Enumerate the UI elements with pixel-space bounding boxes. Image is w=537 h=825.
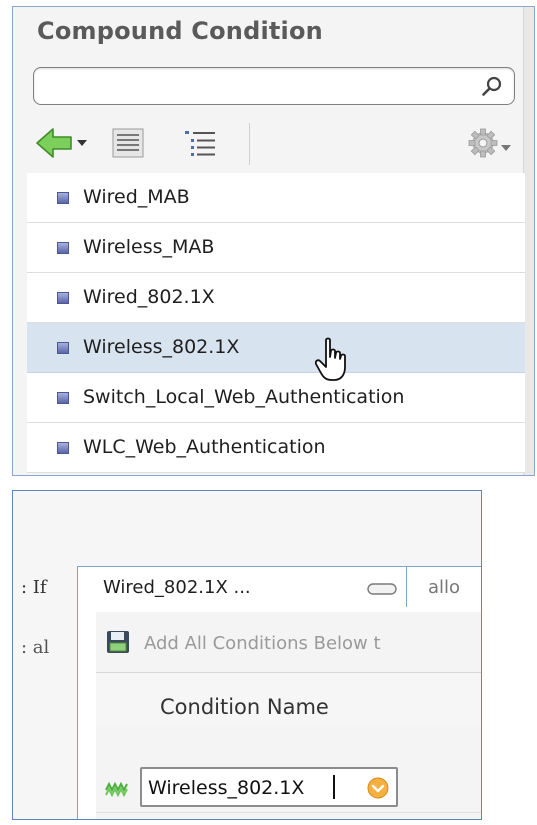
row-divider xyxy=(96,812,481,813)
list-item-label: Wireless_MAB xyxy=(83,236,215,258)
list-item-label: Wired_MAB xyxy=(83,186,190,208)
condition-list: Wired_MAB Wireless_MAB Wired_802.1X Wire… xyxy=(27,173,525,475)
list-item-selected[interactable]: Wireless_802.1X xyxy=(27,323,525,373)
search-input[interactable] xyxy=(33,67,515,105)
tab-next[interactable]: allo xyxy=(428,577,460,598)
condition-editor-dialog: Wired_802.1X ... allo Add All Conditions… xyxy=(77,566,481,819)
list-item[interactable]: WLC_Web_Authentication xyxy=(27,423,525,473)
add-all-conditions-button[interactable]: Add All Conditions Below t xyxy=(144,633,381,654)
condition-bullet-icon xyxy=(57,442,69,454)
partial-label: : al xyxy=(21,637,50,658)
list-item-label: Wired_802.1X xyxy=(83,286,215,308)
minimize-icon[interactable] xyxy=(367,583,397,595)
condition-bullet-icon xyxy=(57,242,69,254)
save-icon[interactable] xyxy=(106,630,130,654)
text-caret xyxy=(333,775,335,799)
back-arrow-icon[interactable] xyxy=(35,125,93,161)
list-item-label: Switch_Local_Web_Authentication xyxy=(83,386,405,408)
list-view-icon[interactable] xyxy=(109,125,147,161)
gear-icon[interactable] xyxy=(463,125,519,161)
dialog-title: Wired_802.1X ... xyxy=(103,577,251,598)
rule-editor-panel: : If : al Wired_802.1X ... allo Add All … xyxy=(12,490,482,820)
condition-name-header: Condition Name xyxy=(160,695,329,719)
tab-divider xyxy=(406,567,407,607)
if-label: : If xyxy=(21,577,47,598)
list-item-label: WLC_Web_Authentication xyxy=(83,436,326,458)
chevron-down-icon[interactable] xyxy=(367,777,389,799)
tree-view-icon[interactable] xyxy=(181,125,221,161)
condition-bullet-icon xyxy=(57,392,69,404)
list-item[interactable]: Wired_802.1X xyxy=(27,273,525,323)
panel-title: Compound Condition xyxy=(37,17,323,45)
compound-condition-panel: Compound Condition Wired_MAB Wireless_MA… xyxy=(12,6,535,476)
list-item[interactable]: Wireless_MAB xyxy=(27,223,525,273)
list-item[interactable]: Wired_MAB xyxy=(27,173,525,223)
hand-cursor-icon xyxy=(314,337,346,381)
condition-name-field[interactable]: Wireless_802.1X xyxy=(140,767,398,807)
condition-bullet-icon xyxy=(57,342,69,354)
search-icon[interactable] xyxy=(480,74,504,98)
condition-table-header: Condition Name xyxy=(96,672,481,727)
condition-bullet-icon xyxy=(57,292,69,304)
dialog-body: Add All Conditions Below t Condition Nam… xyxy=(96,612,481,819)
condition-bullet-icon xyxy=(57,192,69,204)
list-item-label: Wireless_802.1X xyxy=(83,336,240,358)
condition-name-value: Wireless_802.1X xyxy=(148,777,305,799)
toolbar-separator xyxy=(249,123,250,165)
condition-drag-icon[interactable] xyxy=(105,780,129,798)
list-item[interactable]: Switch_Local_Web_Authentication xyxy=(27,373,525,423)
toolbar xyxy=(31,119,526,171)
